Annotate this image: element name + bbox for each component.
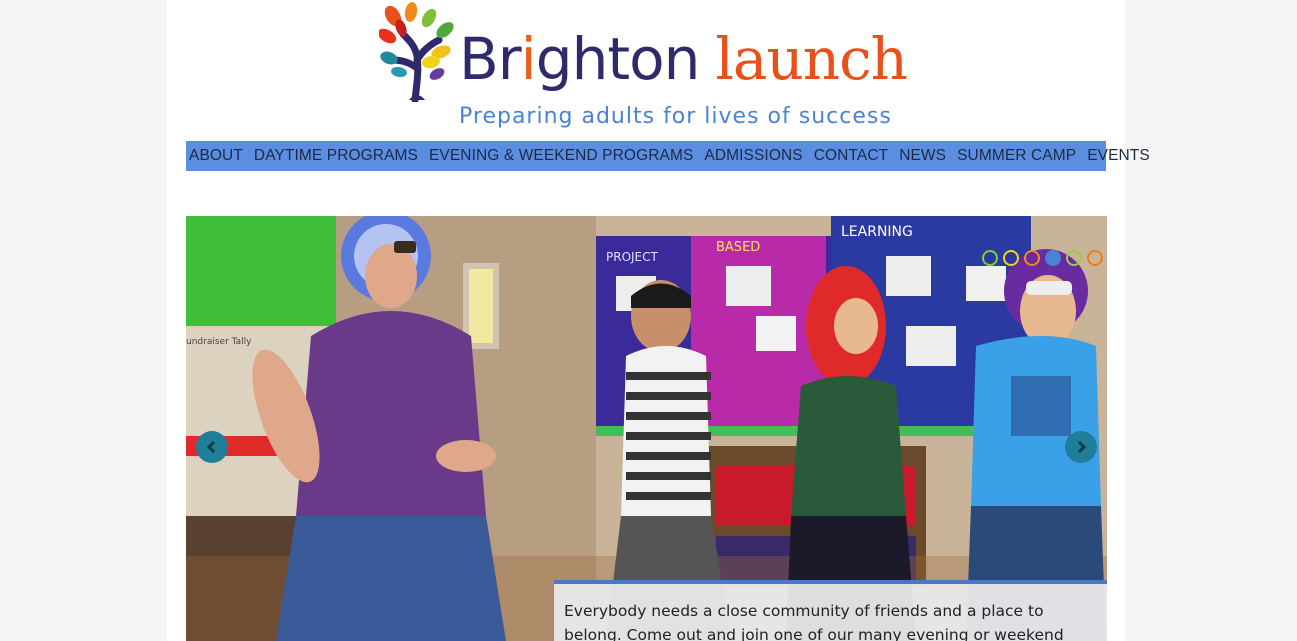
tagline: Preparing adults for lives of success [459, 104, 892, 129]
nav-item-news[interactable]: NEWS [899, 147, 946, 165]
nav-item-events[interactable]: EVENTS [1087, 147, 1150, 165]
nav-item-evening-weekend-programs[interactable]: EVENING & WEEKEND PROGRAMS [429, 147, 693, 165]
slider-prev-button[interactable] [196, 431, 228, 463]
board-text-based: BASED [716, 240, 760, 255]
chevron-left-icon [206, 440, 216, 454]
slide-photo: PROJECT BASED LEARNING undraiser Tally [186, 216, 1107, 641]
chevron-right-icon [1077, 440, 1087, 454]
board-text-project: PROJECT [606, 250, 659, 264]
slider-dot-3[interactable] [1024, 250, 1040, 266]
hero-slider: PROJECT BASED LEARNING undraiser Tally E… [186, 216, 1107, 641]
slider-dot-4-active[interactable] [1045, 250, 1061, 266]
board-text-learning: LEARNING [841, 224, 913, 240]
brand-word-1-end: ghton [535, 25, 701, 93]
slider-dot-2[interactable] [1003, 250, 1019, 266]
page-container: Brighton launch Preparing adults for live… [167, 0, 1150, 641]
main-nav: ABOUT DAYTIME PROGRAMS EVENING & WEEKEND… [186, 141, 1150, 171]
site-logo[interactable]: Brighton launch Preparing adults for live… [379, 2, 919, 132]
brand-name: Brighton launch [459, 24, 908, 94]
slider-dot-6[interactable] [1087, 250, 1103, 266]
slide-caption-text: Everybody needs a close community of fri… [564, 602, 1064, 641]
brand-word-1-start: Br [459, 25, 522, 93]
nav-item-daytime-programs[interactable]: DAYTIME PROGRAMS [254, 147, 418, 165]
nav-item-contact[interactable]: CONTACT [814, 147, 888, 165]
slider-next-button[interactable] [1065, 431, 1097, 463]
slider-dot-1[interactable] [982, 250, 998, 266]
slider-pagination [982, 250, 1103, 266]
brand-word-2: launch [715, 25, 908, 93]
nav-item-about[interactable]: ABOUT [189, 147, 243, 165]
nav-item-admissions[interactable]: ADMISSIONS [704, 147, 802, 165]
slider-dot-5[interactable] [1066, 250, 1082, 266]
slide-caption: Everybody needs a close community of fri… [554, 580, 1107, 641]
nav-item-summer-camp[interactable]: SUMMER CAMP [957, 147, 1076, 165]
tree-logo-icon [379, 2, 454, 102]
brand-word-1-accent: i [520, 25, 537, 93]
whiteboard-text-tally: undraiser Tally [186, 337, 252, 347]
